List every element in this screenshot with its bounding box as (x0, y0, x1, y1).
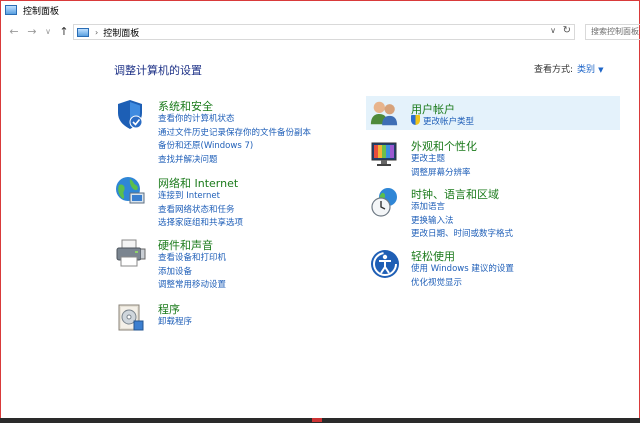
chevron-right-icon: › (95, 27, 99, 37)
page-title: 调整计算机的设置 (114, 64, 202, 77)
up-button[interactable]: ↑ (57, 25, 71, 39)
link-change-account-type[interactable]: 更改帐户类型 (411, 115, 474, 130)
back-button[interactable]: ← (7, 25, 21, 39)
programs-disc-icon[interactable] (114, 301, 146, 333)
link-troubleshoot[interactable]: 查找并解决问题 (158, 154, 311, 168)
link-change-input-method[interactable]: 更换输入法 (411, 215, 513, 229)
link-date-time-format[interactable]: 更改日期、时间或数字格式 (411, 228, 513, 242)
category-title[interactable]: 硬件和声音 (158, 237, 213, 253)
clock-globe-icon[interactable] (369, 186, 401, 218)
link-recommended-settings[interactable]: 使用 Windows 建议的设置 (411, 263, 514, 277)
category-system-security: 系统和安全 查看你的计算机状态 通过文件历史记录保存你的文件备份副本 备份和还原… (114, 98, 344, 168)
link-backup-restore[interactable]: 备份和还原(Windows 7) (158, 140, 311, 154)
link-label: 更改帐户类型 (423, 117, 475, 127)
title-bar: 控制面板 (1, 1, 639, 19)
recent-locations-button[interactable]: ∨ (41, 25, 55, 39)
category-appearance: 外观和个性化 更改主题 调整屏幕分辨率 (366, 138, 620, 182)
category-network-internet: 网络和 Internet 连接到 Internet 查看网络状态和任务 选择家庭… (114, 175, 344, 230)
control-panel-icon (77, 27, 89, 37)
taskbar-edge (0, 418, 640, 423)
link-optimize-visual-display[interactable]: 优化视觉显示 (411, 277, 514, 291)
view-by: 查看方式: 类别 ▼ (534, 62, 603, 75)
category-title[interactable]: 程序 (158, 301, 180, 317)
category-title[interactable]: 系统和安全 (158, 98, 213, 114)
link-uninstall-program[interactable]: 卸载程序 (158, 316, 192, 330)
category-ease-of-access: 轻松使用 使用 Windows 建议的设置 优化视觉显示 (366, 248, 620, 292)
link-connect-internet[interactable]: 连接到 Internet (158, 190, 243, 204)
caret-down-icon[interactable]: ▼ (598, 66, 603, 74)
navigation-bar: ← → ∨ ↑ › 控制面板 ∨ ↻ 搜索控制面板 (1, 22, 640, 44)
address-bar[interactable]: › 控制面板 ∨ ↻ (73, 24, 575, 40)
category-hardware-sound: 硬件和声音 查看设备和打印机 添加设备 调整常用移动设置 (114, 237, 344, 292)
address-dropdown-button[interactable]: ∨ (550, 26, 556, 35)
breadcrumb-control-panel[interactable]: 控制面板 (103, 26, 139, 39)
category-title[interactable]: 时钟、语言和区域 (411, 186, 499, 202)
link-mobility-settings[interactable]: 调整常用移动设置 (158, 279, 226, 293)
uac-shield-icon (411, 115, 420, 125)
category-programs: 程序 卸载程序 (114, 301, 344, 335)
window-title: 控制面板 (23, 6, 60, 17)
view-by-dropdown[interactable]: 类别 (577, 65, 595, 75)
ease-of-access-icon[interactable] (369, 248, 401, 280)
forward-button[interactable]: → (25, 25, 39, 39)
link-network-status[interactable]: 查看网络状态和任务 (158, 204, 243, 218)
shield-icon[interactable] (114, 98, 146, 130)
category-clock-language-region: 时钟、语言和区域 添加语言 更换输入法 更改日期、时间或数字格式 (366, 186, 620, 242)
search-input[interactable]: 搜索控制面板 (585, 24, 640, 40)
globe-network-icon[interactable] (114, 175, 146, 207)
link-add-language[interactable]: 添加语言 (411, 201, 513, 215)
refresh-button[interactable]: ↻ (563, 25, 571, 36)
display-personalize-icon[interactable] (369, 138, 401, 170)
users-icon[interactable] (369, 98, 399, 128)
view-by-label: 查看方式: (534, 65, 574, 75)
link-view-computer-status[interactable]: 查看你的计算机状态 (158, 113, 311, 127)
category-user-accounts[interactable]: 用户帐户 更改帐户类型 (366, 96, 620, 130)
link-screen-resolution[interactable]: 调整屏幕分辨率 (411, 167, 471, 181)
taskbar-marker (312, 418, 322, 422)
link-change-theme[interactable]: 更改主题 (411, 153, 471, 167)
link-devices-printers[interactable]: 查看设备和打印机 (158, 252, 226, 266)
category-title[interactable]: 外观和个性化 (411, 138, 477, 154)
printer-icon[interactable] (114, 237, 146, 269)
link-homegroup[interactable]: 选择家庭组和共享选项 (158, 217, 243, 231)
link-add-device[interactable]: 添加设备 (158, 266, 226, 280)
link-file-history[interactable]: 通过文件历史记录保存你的文件备份副本 (158, 127, 311, 141)
category-title[interactable]: 轻松使用 (411, 248, 455, 264)
category-title[interactable]: 网络和 Internet (158, 175, 238, 191)
control-panel-icon (5, 5, 17, 15)
